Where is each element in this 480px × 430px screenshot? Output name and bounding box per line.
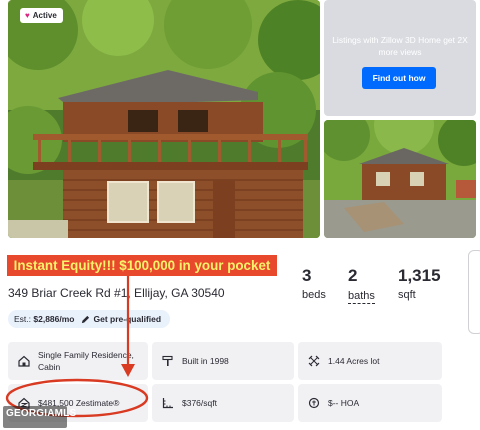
baths-label[interactable]: baths [348,290,375,304]
home-type-tile: Single Family Residence, Cabin [8,342,148,380]
heart-icon: ♥ [25,10,30,20]
price-per-sqft-text: $376/sqft [182,398,217,408]
prequal-label: Get pre-qualified [93,314,162,324]
hammer-icon [162,355,173,366]
sqft-fact: 1,315 sqft [398,266,441,301]
estimated-payment: Est.: $2,886/mo [14,314,75,324]
listing-facts: 3 beds 2 baths 1,315 sqft [302,266,472,306]
lot-size-icon [308,355,320,367]
price-per-sqft-tile: $376/sqft [152,384,294,422]
listing-headline-banner: Instant Equity!!! $100,000 in your pocke… [7,255,277,276]
status-badge: ♥ Active [20,8,63,23]
hoa-tile: $-- HOA [298,384,442,422]
ruler-icon [162,398,173,409]
zillow-3d-promo: Listings with Zillow 3D Home get 2X more… [324,0,476,116]
get-prequalified-link[interactable]: Get pre-qualified [81,314,162,324]
georgia-mls-watermark: GEORGIAMLS [3,406,76,428]
lot-size-tile: 1.44 Acres lot [298,342,442,380]
status-label: Active [32,11,57,20]
hoa-text: $-- HOA [328,398,360,408]
main-listing-photo[interactable]: ♥ Active [8,0,320,238]
house-icon [18,355,30,367]
estimated-payment-chip[interactable]: Est.: $2,886/mo Get pre-qualified [8,310,171,328]
promo-text: Listings with Zillow 3D Home get 2X more… [332,35,468,57]
secondary-listing-photo[interactable] [324,120,476,238]
beds-value: 3 [302,266,312,285]
sqft-label: sqft [398,289,416,301]
baths-fact[interactable]: 2 baths [348,266,375,304]
lot-size-text: 1.44 Acres lot [328,356,380,366]
find-out-how-button[interactable]: Find out how [362,67,436,89]
listing-address: 349 Briar Creek Rd #1, Ellijay, GA 30540 [8,286,225,300]
year-built-text: Built in 1998 [182,356,229,366]
est-prefix: Est.: [14,314,32,324]
est-payment-value: $2,886/mo [33,314,75,324]
cabin-photo-illustration [8,0,320,238]
hoa-icon [308,397,320,409]
year-built-tile: Built in 1998 [152,342,294,380]
sqft-value: 1,315 [398,266,441,285]
contact-panel-edge [468,250,480,334]
beds-label: beds [302,289,326,301]
beds-fact: 3 beds [302,266,326,301]
cabin-side-photo-illustration [324,120,476,238]
home-type-text: Single Family Residence, Cabin [38,350,134,372]
baths-value: 2 [348,266,358,285]
pencil-icon [81,315,89,323]
